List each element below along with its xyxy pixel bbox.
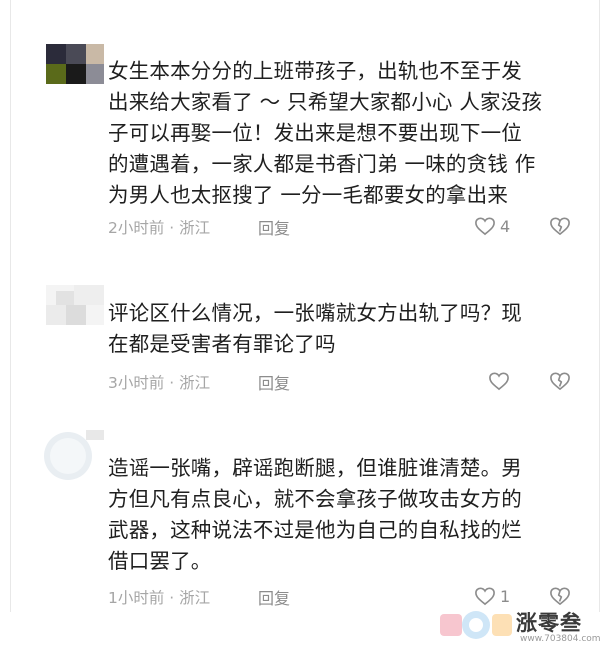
heart-outline-icon	[475, 587, 495, 606]
like-button[interactable]: 4	[474, 215, 518, 237]
avatar[interactable]	[42, 428, 104, 482]
like-button[interactable]: 1	[474, 585, 518, 607]
reply-button[interactable]: 回复	[258, 215, 290, 239]
watermark-url: www.703804.com	[520, 634, 601, 644]
avatar[interactable]	[46, 44, 104, 84]
dislike-button[interactable]	[549, 216, 571, 238]
comment-meta: 2小时前 · 浙江	[108, 219, 211, 237]
reply-button[interactable]: 回复	[258, 585, 290, 609]
avatar[interactable]	[46, 285, 104, 325]
broken-heart-icon	[550, 217, 570, 235]
comment-text: 评论区什么情况，一张嘴就女方出轨了吗？现 在都是受害者有罪论了吗	[108, 301, 522, 356]
heart-outline-icon	[475, 217, 495, 236]
like-count: 4	[500, 216, 511, 236]
reply-button[interactable]: 回复	[258, 370, 290, 394]
dislike-button[interactable]	[549, 586, 571, 608]
watermark-logo-icon	[440, 611, 512, 639]
comment-meta: 3小时前 · 浙江	[108, 374, 211, 392]
heart-outline-icon	[489, 372, 509, 391]
broken-heart-icon	[550, 587, 570, 605]
comment-meta: 1小时前 · 浙江	[108, 589, 211, 607]
watermark: 涨零叁 www.703804.com	[438, 606, 601, 646]
dislike-button[interactable]	[549, 371, 571, 393]
broken-heart-icon	[550, 372, 570, 390]
watermark-text: 涨零叁	[516, 611, 582, 635]
like-button[interactable]	[488, 370, 532, 392]
like-count: 1	[500, 586, 511, 606]
comment-text: 造谣一张嘴，辟谣跑断腿，但谁脏谁清楚。男 方但凡有点良心，就不会拿孩子做攻击女方…	[108, 456, 522, 573]
comment-text: 女生本本分分的上班带孩子，出轨也不至于发 出来给大家看了 ～ 只希望大家都小心 …	[108, 59, 543, 207]
